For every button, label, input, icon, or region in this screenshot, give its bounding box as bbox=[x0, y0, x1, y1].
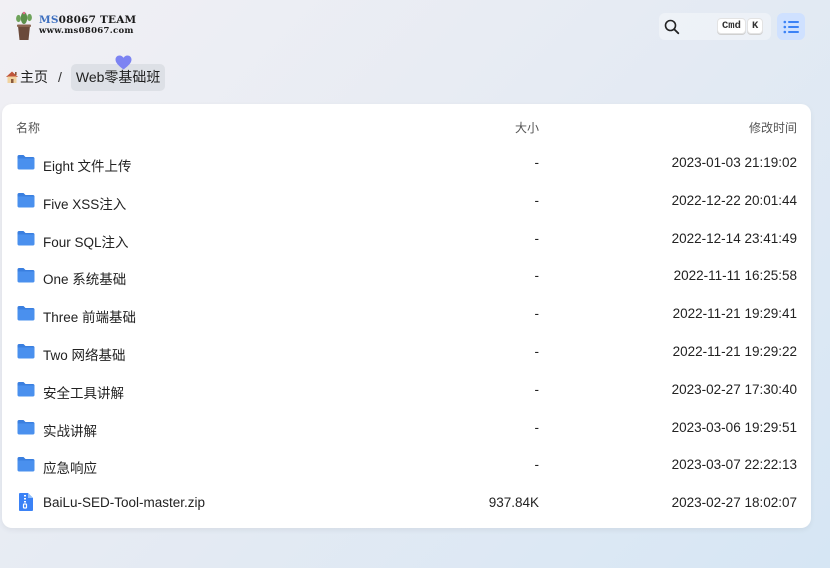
file-modified: 2022-11-21 19:29:22 bbox=[672, 344, 797, 359]
folder-icon bbox=[16, 267, 36, 288]
file-size: - bbox=[534, 230, 540, 246]
breadcrumb: 主页 / Web零基础班 bbox=[5, 55, 166, 92]
shortcut-key-k: K bbox=[747, 18, 764, 34]
table-row[interactable]: Five XSS注入 - 2022-12-22 20:01:44 bbox=[2, 182, 811, 220]
header: MS08067 TEAM www.ms08067.com Cmd K bbox=[0, 0, 830, 56]
file-name: 实战讲解 bbox=[43, 423, 97, 439]
table-row[interactable]: Four SQL注入 - 2022-12-14 23:41:49 bbox=[2, 220, 811, 258]
file-size: - bbox=[534, 457, 540, 473]
file-size: - bbox=[534, 306, 540, 322]
table-row[interactable]: 实战讲解 - 2023-03-06 19:29:51 bbox=[2, 409, 811, 447]
file-modified: 2022-11-11 16:25:58 bbox=[673, 268, 797, 284]
table-header: 名称 大小 修改时间 bbox=[2, 116, 811, 136]
folder-icon bbox=[16, 419, 36, 440]
logo-url: www.ms08067.com bbox=[39, 26, 134, 36]
folder-icon bbox=[16, 154, 36, 175]
table-row[interactable]: Three 前端基础 - 2022-11-21 19:29:41 bbox=[2, 295, 811, 333]
file-name: Two 网络基础 bbox=[43, 348, 126, 363]
table-row[interactable]: One 系统基础 - 2022-11-11 16:25:58 bbox=[2, 257, 811, 295]
search-button[interactable]: Cmd K bbox=[659, 13, 771, 40]
file-modified: 2022-12-22 20:01:44 bbox=[671, 192, 797, 208]
heart-icon bbox=[115, 55, 132, 69]
file-modified: 2023-03-07 22:22:13 bbox=[671, 457, 797, 473]
house-icon bbox=[6, 71, 18, 83]
folder-icon bbox=[16, 343, 36, 364]
file-size: - bbox=[534, 192, 540, 208]
table-row[interactable]: Two 网络基础 - 2022-11-21 19:29:22 bbox=[2, 333, 811, 371]
file-modified: 2023-01-03 21:19:02 bbox=[671, 155, 797, 170]
logo-title-rest: 08067 TEAM bbox=[58, 14, 137, 26]
zip-file-icon bbox=[16, 492, 36, 517]
table-row[interactable]: 应急响应 - 2023-03-07 22:22:13 bbox=[2, 446, 811, 484]
file-size: - bbox=[534, 344, 540, 359]
file-name: 安全工具讲解 bbox=[43, 385, 124, 401]
logo-title-prefix: MS bbox=[39, 14, 59, 26]
folder-icon bbox=[16, 305, 36, 326]
column-header-size[interactable]: 大小 bbox=[515, 119, 539, 136]
folder-icon bbox=[16, 381, 36, 402]
file-name: Four SQL注入 bbox=[43, 234, 129, 250]
file-list: 名称 大小 修改时间 Eight 文件上传 - 2023-01-03 21:19:0… bbox=[2, 104, 811, 528]
list-view-button[interactable] bbox=[777, 13, 805, 40]
folder-icon bbox=[16, 230, 36, 251]
breadcrumb-current-label: Web零基础班 bbox=[75, 68, 161, 85]
file-modified: 2023-03-06 19:29:51 bbox=[671, 419, 797, 435]
search-icon bbox=[664, 19, 680, 34]
breadcrumb-home-label: 主页 bbox=[20, 69, 48, 85]
folder-icon bbox=[16, 192, 36, 213]
list-icon bbox=[783, 20, 799, 33]
file-name: Three 前端基础 bbox=[43, 310, 137, 326]
file-size: - bbox=[534, 381, 540, 397]
file-name: 应急响应 bbox=[43, 461, 97, 477]
table-row[interactable]: BaiLu-SED-Tool-master.zip 937.84K 2023-02-… bbox=[2, 484, 811, 522]
logo[interactable]: MS08067 TEAM www.ms08067.com bbox=[12, 10, 136, 42]
file-name: One 系统基础 bbox=[43, 272, 127, 288]
shortcut-key-cmd: Cmd bbox=[717, 18, 746, 34]
logo-text: MS08067 TEAM www.ms08067.com bbox=[39, 15, 136, 37]
file-modified: 2022-12-14 23:41:49 bbox=[671, 230, 797, 246]
file-name: Five XSS注入 bbox=[43, 196, 127, 212]
breadcrumb-home[interactable]: 主页 bbox=[5, 67, 48, 87]
file-size: - bbox=[534, 155, 540, 170]
file-name: BaiLu-SED-Tool-master.zip bbox=[43, 495, 206, 511]
column-header-modified[interactable]: 修改时间 bbox=[749, 119, 797, 136]
cactus-logo-icon bbox=[16, 11, 32, 40]
column-header-name[interactable]: 名称 bbox=[16, 119, 40, 136]
breadcrumb-current[interactable]: Web零基础班 bbox=[70, 55, 166, 91]
file-modified: 2023-02-27 18:02:07 bbox=[671, 495, 797, 511]
folder-icon bbox=[16, 456, 36, 477]
file-size: - bbox=[534, 268, 540, 284]
logo-title: MS08067 TEAM bbox=[39, 15, 136, 26]
file-modified: 2023-02-27 17:30:40 bbox=[671, 381, 797, 397]
file-size: 937.84K bbox=[488, 495, 539, 511]
table-row[interactable]: 安全工具讲解 - 2023-02-27 17:30:40 bbox=[2, 371, 811, 409]
file-modified: 2022-11-21 19:29:41 bbox=[672, 306, 797, 322]
file-name: Eight 文件上传 bbox=[43, 159, 132, 174]
breadcrumb-separator: / bbox=[58, 69, 62, 85]
file-size: - bbox=[534, 419, 540, 435]
table-row[interactable]: Eight 文件上传 - 2023-01-03 21:19:02 bbox=[2, 144, 811, 182]
